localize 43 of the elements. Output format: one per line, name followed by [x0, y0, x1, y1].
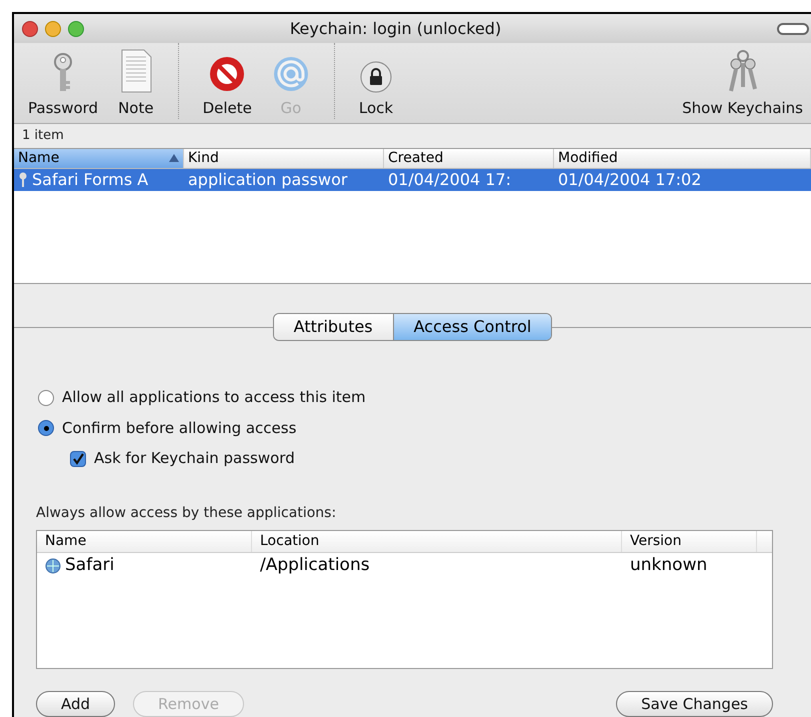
toolbar-button[interactable]: Note [110, 43, 162, 120]
zoom-button[interactable] [68, 20, 84, 37]
column-header[interactable]: Kind [184, 148, 384, 168]
option-label: Ask for Keychain password [94, 448, 295, 470]
window-title: Keychain: login (unlocked) [288, 18, 502, 40]
column-header[interactable]: Created [384, 148, 554, 168]
table-cell-text: unknown [630, 554, 708, 578]
checkbox[interactable] [70, 450, 86, 467]
close-button[interactable] [22, 20, 38, 37]
table-cell-text: application passwor [188, 168, 348, 191]
column-header[interactable]: Name [37, 530, 252, 552]
key-icon [18, 172, 28, 188]
compass-icon [45, 558, 61, 574]
table-cell-text: /Applications [260, 554, 370, 578]
option-label: Allow all applications to access this item [62, 387, 366, 408]
table-cell-text: Safari Forms A [32, 168, 148, 191]
toolbar-button[interactable]: Password [20, 43, 106, 120]
push-button[interactable]: Add [36, 691, 116, 717]
table-cell-text: 01/04/2004 17: [388, 168, 512, 191]
radio-button[interactable] [38, 420, 54, 436]
toolbar-button[interactable]: Show Keychains [674, 43, 811, 120]
tab[interactable]: Access Control [392, 314, 552, 340]
note-icon [120, 48, 152, 93]
column-header[interactable]: Version [622, 530, 757, 552]
toolbar-toggle-button[interactable] [777, 22, 809, 35]
toolbar-button[interactable]: Delete [194, 43, 260, 120]
at-sign-icon [272, 54, 310, 93]
sort-ascending-icon [169, 154, 179, 162]
table-cell-text: Safari [65, 554, 114, 578]
tab[interactable]: Attributes [274, 314, 393, 340]
toolbar-button[interactable]: Lock [350, 43, 402, 120]
prohibited-icon [208, 54, 246, 93]
option-label: Confirm before allowing access [62, 418, 296, 439]
table-row[interactable]: Safari Forms A application passwor 01/04/2004 17: 01/04/2004 17:02 [14, 168, 811, 191]
item-count: 1 item [22, 127, 64, 146]
column-header[interactable]: Name [14, 148, 184, 168]
table-cell-text: 01/04/2004 17:02 [558, 168, 702, 191]
radio-button[interactable] [38, 390, 54, 406]
column-header[interactable]: Location [252, 530, 622, 552]
push-button[interactable]: Save Changes [616, 691, 773, 717]
column-header[interactable]: Modified [554, 148, 811, 168]
lock-icon [360, 60, 392, 93]
section-label: Always allow access by these applications: [36, 504, 336, 521]
